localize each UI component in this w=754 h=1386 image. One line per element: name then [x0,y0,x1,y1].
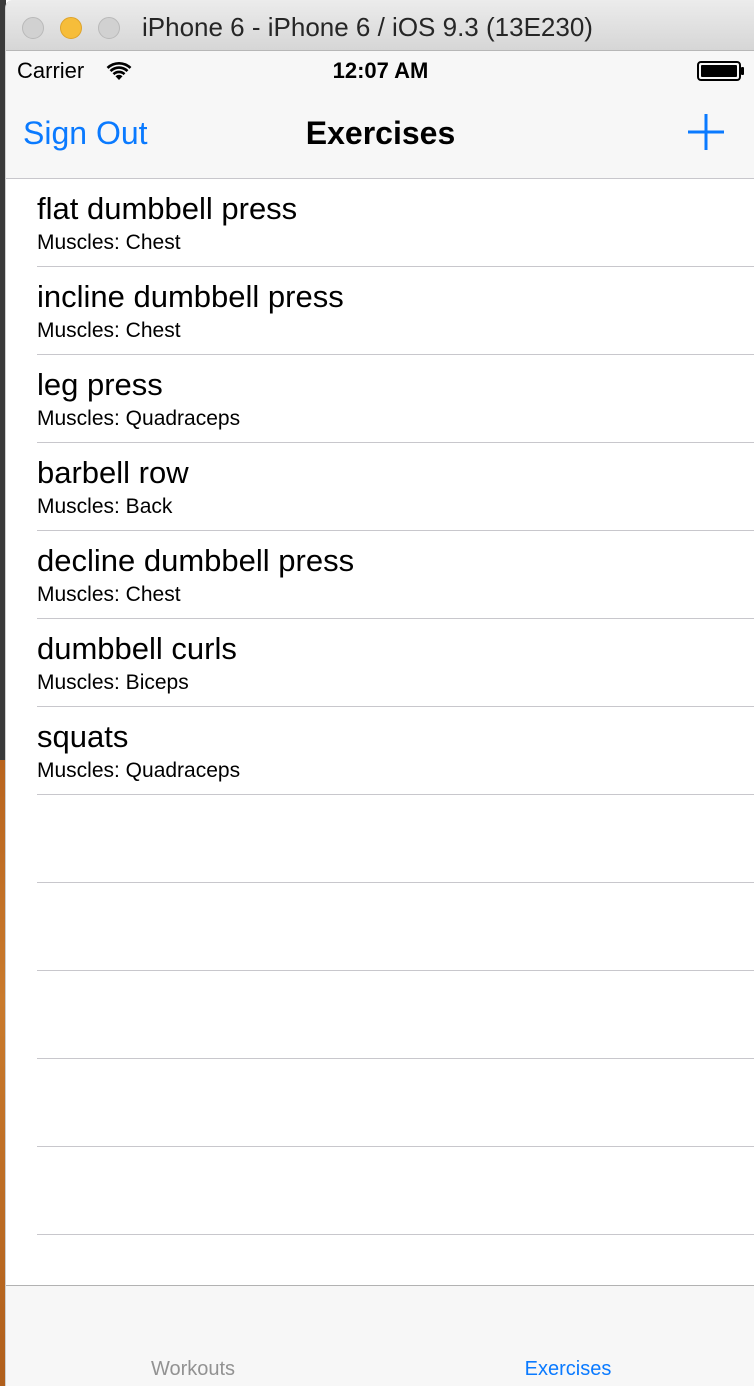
exercise-name: flat dumbbell press [37,191,298,226]
exercise-name: squats [37,719,129,754]
minimize-window-button[interactable] [60,17,82,39]
list-item[interactable]: decline dumbbell press Muscles: Chest [6,531,754,619]
clock: 12:07 AM [332,58,429,83]
list-item[interactable]: flat dumbbell press Muscles: Chest [6,179,754,267]
exercise-name: barbell row [37,455,189,490]
close-window-button[interactable] [22,17,44,39]
navigation-bar: Sign Out Exercises [6,91,754,179]
exercise-muscles: Muscles: Back [37,495,173,518]
zoom-window-button[interactable] [98,17,120,39]
ios-status-bar: Carrier 12:07 AM [6,51,754,91]
empty-row-separator [6,971,754,1059]
simulator-window: iPhone 6 - iPhone 6 / iOS 9.3 (13E230) C… [5,0,754,1386]
exercise-muscles: Muscles: Biceps [37,671,189,694]
empty-row-separator [6,795,754,883]
empty-row-separator [6,883,754,971]
exercise-name: incline dumbbell press [37,279,344,314]
exercise-name: dumbbell curls [37,631,237,666]
exercise-muscles: Muscles: Chest [37,319,181,342]
add-icon[interactable] [687,113,725,151]
tab-label: Exercises [524,1358,612,1380]
tab-label: Workouts [150,1358,236,1380]
exercise-muscles: Muscles: Chest [37,231,181,254]
list-item[interactable]: leg press Muscles: Quadraceps [6,355,754,443]
battery-icon [697,61,744,81]
empty-row-separator [6,1059,754,1147]
tab-workouts[interactable]: Workouts [6,1286,380,1386]
exercise-muscles: Muscles: Quadraceps [37,759,241,782]
tab-exercises[interactable]: Exercises [381,1286,754,1386]
list-item[interactable]: incline dumbbell press Muscles: Chest [6,267,754,355]
list-item[interactable]: barbell row Muscles: Back [6,443,754,531]
exercise-list: flat dumbbell press Muscles: Chest incli… [6,179,754,1285]
exercise-name: decline dumbbell press [37,543,355,578]
empty-row-separator [6,1147,754,1235]
list-item[interactable]: dumbbell curls Muscles: Biceps [6,619,754,707]
window-title: iPhone 6 - iPhone 6 / iOS 9.3 (13E230) [142,12,593,42]
exercise-muscles: Muscles: Quadraceps [37,407,241,430]
page-title: Exercises [305,115,456,151]
exercise-name: leg press [37,367,163,402]
window-titlebar: iPhone 6 - iPhone 6 / iOS 9.3 (13E230) [6,0,754,51]
exercise-muscles: Muscles: Chest [37,583,181,606]
list-item[interactable]: squats Muscles: Quadraceps [6,707,754,795]
tab-bar: Workouts Exercises [6,1285,754,1386]
